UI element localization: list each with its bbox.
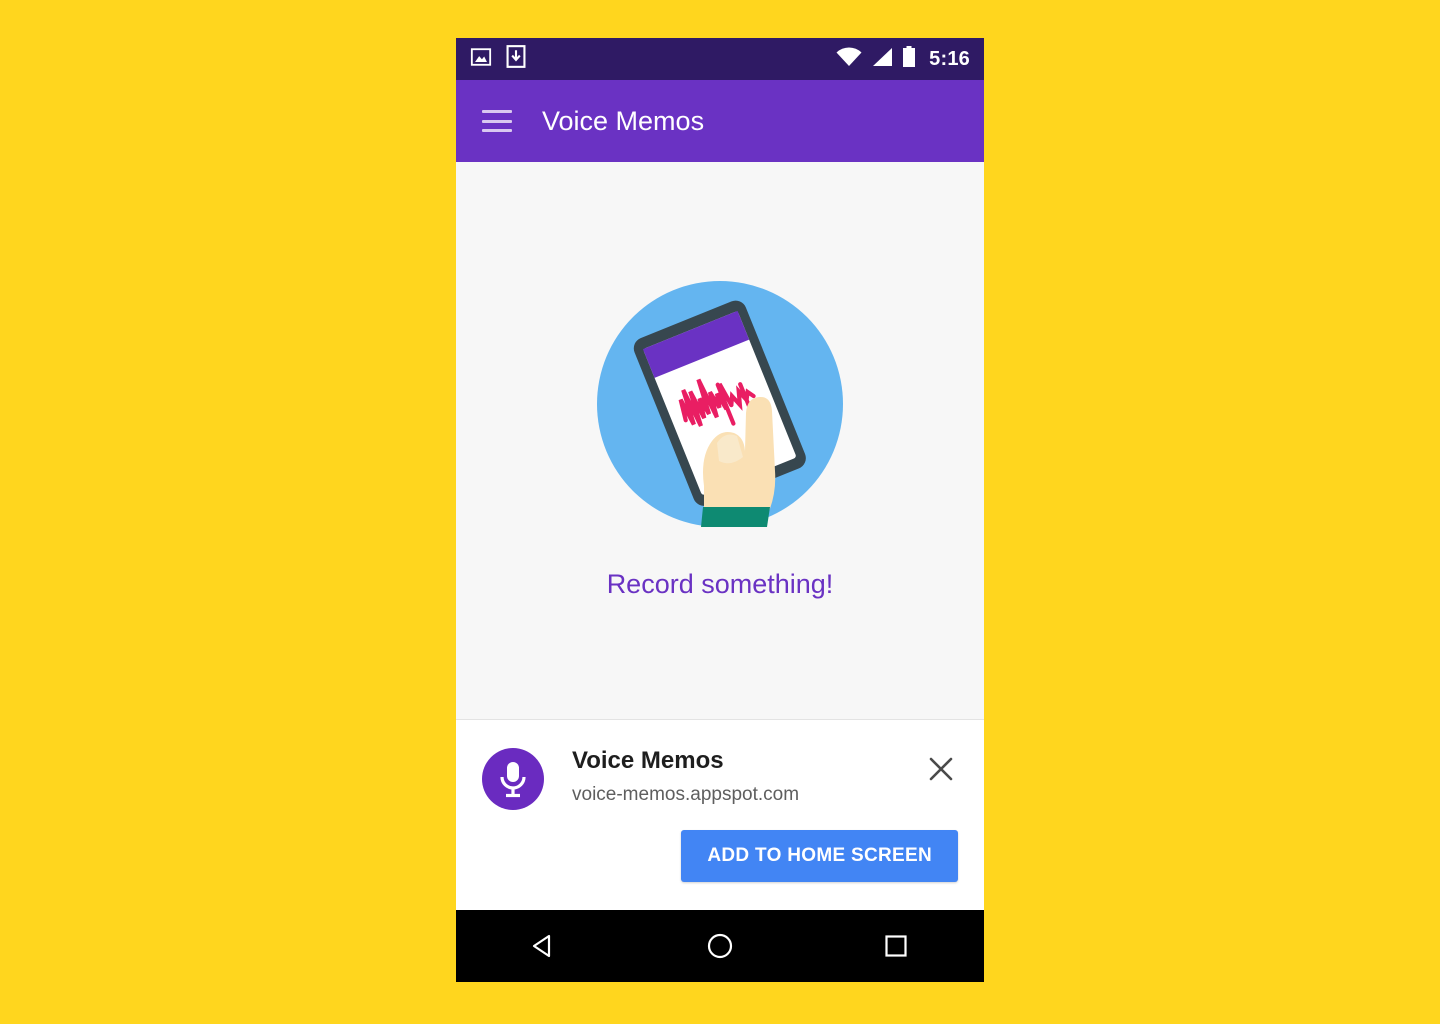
hamburger-line <box>482 110 512 113</box>
install-banner-text: Voice Memos voice-memos.appspot.com <box>572 744 799 806</box>
hand-holding-phone-with-waveform-illustration <box>597 281 843 527</box>
install-banner-header: Voice Memos voice-memos.appspot.com <box>482 744 958 810</box>
cellular-signal-icon <box>871 47 893 72</box>
home-button[interactable] <box>675 910 765 982</box>
install-banner-title: Voice Memos <box>572 747 724 774</box>
main-content: Record something! <box>456 162 984 720</box>
back-button[interactable] <box>499 910 589 982</box>
page-title: Voice Memos <box>542 105 705 136</box>
status-bar-clock: 5:16 <box>929 47 970 70</box>
status-bar-right-icons: 5:16 <box>836 45 970 73</box>
install-banner: Voice Memos voice-memos.appspot.com ADD … <box>456 720 984 910</box>
android-navigation-bar <box>456 910 984 982</box>
empty-state-message: Record something! <box>606 569 834 599</box>
hamburger-menu-icon[interactable] <box>482 110 512 132</box>
hamburger-line <box>482 119 512 123</box>
install-banner-actions: ADD TO HOME SCREEN <box>482 830 958 882</box>
app-icon <box>482 748 544 810</box>
home-circle-icon <box>707 933 733 959</box>
recents-button[interactable] <box>851 910 941 982</box>
download-icon <box>506 45 526 73</box>
add-to-home-screen-button[interactable]: ADD TO HOME SCREEN <box>681 830 958 882</box>
image-icon <box>470 46 492 73</box>
microphone-icon <box>500 762 526 798</box>
status-bar-left-icons <box>470 45 526 73</box>
install-banner-url: voice-memos.appspot.com <box>572 784 800 805</box>
status-bar: 5:16 <box>456 38 984 80</box>
phone-screen: 5:16 Voice Memos Record something! Voice… <box>456 38 984 982</box>
recents-square-icon <box>885 935 907 957</box>
wifi-icon <box>836 46 862 72</box>
app-bar: Voice Memos <box>456 80 984 162</box>
back-triangle-icon <box>532 934 551 958</box>
battery-icon <box>902 45 916 73</box>
hamburger-line <box>482 129 512 132</box>
close-icon[interactable] <box>924 752 958 786</box>
